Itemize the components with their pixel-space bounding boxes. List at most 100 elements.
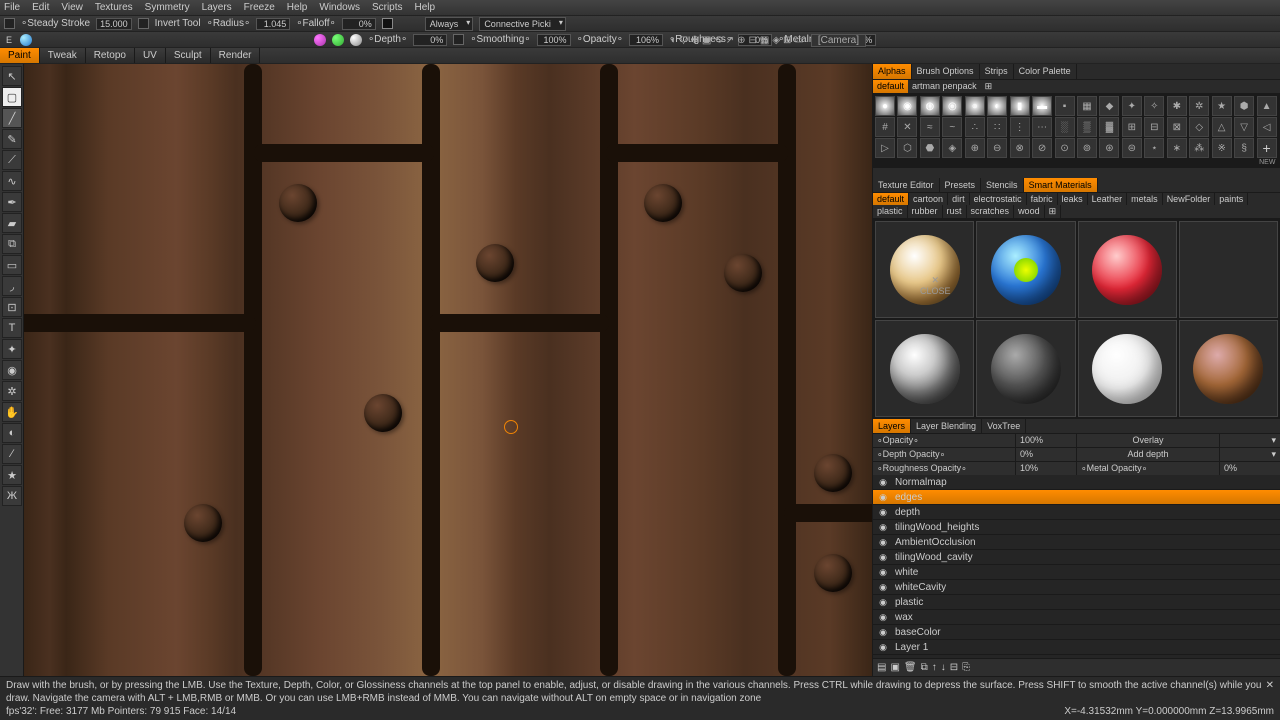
alpha-thumb[interactable]: # (875, 117, 895, 137)
alpha-thumb[interactable]: ◎ (942, 96, 962, 116)
vp-icon[interactable]: ▽ (680, 35, 688, 46)
tool-curve-icon[interactable]: ∿ (2, 171, 22, 191)
vp-icon[interactable]: ◐ (671, 35, 677, 46)
alpha-thumb[interactable]: ∷ (987, 117, 1007, 137)
prop-metal-opacity-value[interactable]: 0% (1220, 462, 1280, 475)
unknown-check[interactable] (382, 18, 393, 29)
layer-item[interactable]: ◉tilingWood_cavity (873, 550, 1280, 565)
tab-color-palette[interactable]: Color Palette (1014, 64, 1077, 79)
tool-transform-icon[interactable]: ⊡ (2, 297, 22, 317)
alpha-thumb[interactable]: ⊞ (1122, 117, 1142, 137)
vp-icon[interactable]: ◈ (772, 35, 780, 46)
category-rubber[interactable]: rubber (908, 205, 943, 218)
alpha-thumb[interactable]: ⊙ (1055, 138, 1075, 158)
alphaset-default[interactable]: default (873, 80, 908, 93)
tool-smudge-icon[interactable]: ∕ (2, 444, 22, 464)
category-rust[interactable]: rust (943, 205, 967, 218)
category-add-icon[interactable]: ⊞ (1045, 205, 1062, 218)
eye-icon[interactable]: ◉ (877, 626, 889, 638)
alpha-thumb[interactable]: ⬢ (1234, 96, 1254, 116)
alpha-thumb[interactable]: ◆ (1099, 96, 1119, 116)
prop-rough-opacity-value[interactable]: 10% (1016, 462, 1076, 475)
always-dropdown[interactable]: Always (425, 17, 474, 31)
mode-tweak[interactable]: Tweak (40, 48, 86, 63)
menu-symmetry[interactable]: Symmetry (145, 2, 190, 13)
alpha-thumb[interactable]: ◁ (1257, 117, 1277, 137)
layer-item[interactable]: ◉edges (873, 490, 1280, 505)
alpha-thumb[interactable]: ▓ (1099, 117, 1119, 137)
alpha-thumb[interactable]: ~ (942, 117, 962, 137)
menu-edit[interactable]: Edit (32, 2, 49, 13)
layer-down-icon[interactable]: ↓ (941, 662, 946, 673)
alpha-thumb[interactable]: ★ (1212, 96, 1232, 116)
alpha-thumb[interactable]: ∗ (1167, 138, 1187, 158)
alpha-thumb[interactable]: ✕ (897, 117, 917, 137)
e-label[interactable]: E (4, 35, 14, 45)
tab-brush-options[interactable]: Brush Options (912, 64, 980, 79)
mode-paint[interactable]: Paint (0, 48, 40, 63)
alpha-new[interactable]: + (1257, 138, 1277, 158)
alpha-thumb[interactable]: ✦ (1122, 96, 1142, 116)
prop-opacity-value[interactable]: 100% (1016, 434, 1076, 447)
alpha-thumb[interactable]: ⊘ (1032, 138, 1052, 158)
eye-icon[interactable]: ◉ (877, 566, 889, 578)
alpha-thumb[interactable]: ✱ (1167, 96, 1187, 116)
tab-layers[interactable]: Layers (873, 419, 911, 433)
tool-eye-icon[interactable]: ◉ (2, 360, 22, 380)
opacity-value[interactable]: 106% (629, 34, 663, 46)
layer-item[interactable]: ◉tilingWood_heights (873, 520, 1280, 535)
alpha-thumb[interactable]: ◐ (987, 96, 1007, 116)
vp-icon[interactable]: ⟲ (714, 35, 722, 46)
brush-preview-1[interactable] (20, 34, 32, 46)
viewport[interactable] (24, 64, 872, 676)
alpha-thumb[interactable]: ░ (1055, 117, 1075, 137)
material-swatch[interactable] (1078, 221, 1177, 318)
eye-icon[interactable]: ◉ (877, 491, 889, 503)
menu-help2[interactable]: Help (415, 2, 436, 13)
alpha-thumb[interactable]: ◍ (920, 96, 940, 116)
close-panel-button[interactable]: ✕ CLOSE (920, 275, 951, 296)
category-scratches[interactable]: scratches (967, 205, 1015, 218)
alpha-thumb[interactable]: ⋆ (1144, 138, 1164, 158)
material-swatch[interactable] (1179, 320, 1278, 417)
prop-depth-arrow[interactable]: ▾ (1220, 448, 1280, 461)
tool-clone-icon[interactable]: ⧉ (2, 234, 22, 254)
tab-layer-blending[interactable]: Layer Blending (911, 419, 982, 433)
tool-hand-icon[interactable]: ✋ (2, 402, 22, 422)
layer-item[interactable]: ◉Normalmap (873, 475, 1280, 490)
alpha-thumb[interactable]: ✧ (1144, 96, 1164, 116)
tab-texture-editor[interactable]: Texture Editor (873, 178, 940, 192)
category-electrostatic[interactable]: electrostatic (970, 193, 1027, 205)
tab-smart-materials[interactable]: Smart Materials (1024, 178, 1098, 192)
menu-help[interactable]: Help (287, 2, 308, 13)
eye-icon[interactable]: ◉ (877, 506, 889, 518)
layer-duplicate-icon[interactable]: ⧉ (921, 662, 928, 673)
alpha-thumb[interactable]: ▬ (1032, 96, 1052, 116)
alpha-thumb[interactable]: ⊗ (1010, 138, 1030, 158)
falloff-value[interactable]: 0% (342, 18, 376, 30)
tab-alphas[interactable]: Alphas (873, 64, 912, 79)
alpha-thumb[interactable]: ⬣ (920, 138, 940, 158)
vp-icon[interactable]: ▦ (760, 35, 769, 46)
color-ball-white[interactable] (350, 34, 362, 46)
alpha-thumb[interactable]: ≈ (920, 117, 940, 137)
alpha-thumb[interactable]: ▽ (1234, 117, 1254, 137)
alpha-thumb[interactable]: ⁂ (1189, 138, 1209, 158)
layer-item[interactable]: ◉whiteCavity (873, 580, 1280, 595)
tool-pen-icon[interactable]: ✒ (2, 192, 22, 212)
layer-item[interactable]: ◉Layer 1 (873, 640, 1280, 655)
layer-item[interactable]: ◉depth (873, 505, 1280, 520)
camera-dropdown[interactable]: [Camera] (811, 34, 866, 47)
prop-depth-action[interactable]: Add depth (1077, 448, 1219, 461)
tool-fill-icon[interactable]: ▰ (2, 213, 22, 233)
mode-render[interactable]: Render (211, 48, 261, 63)
eye-icon[interactable]: ◉ (877, 581, 889, 593)
connective-dropdown[interactable]: Connective Picki (479, 17, 566, 31)
radius-value[interactable]: 1.045 (256, 18, 290, 30)
mode-sculpt[interactable]: Sculpt (166, 48, 211, 63)
alpha-thumb[interactable]: ⬡ (897, 138, 917, 158)
menu-textures[interactable]: Textures (95, 2, 133, 13)
color-ball-magenta[interactable] (314, 34, 326, 46)
tool-dodge-icon[interactable]: ◐ (2, 423, 22, 443)
tab-stencils[interactable]: Stencils (981, 178, 1024, 192)
